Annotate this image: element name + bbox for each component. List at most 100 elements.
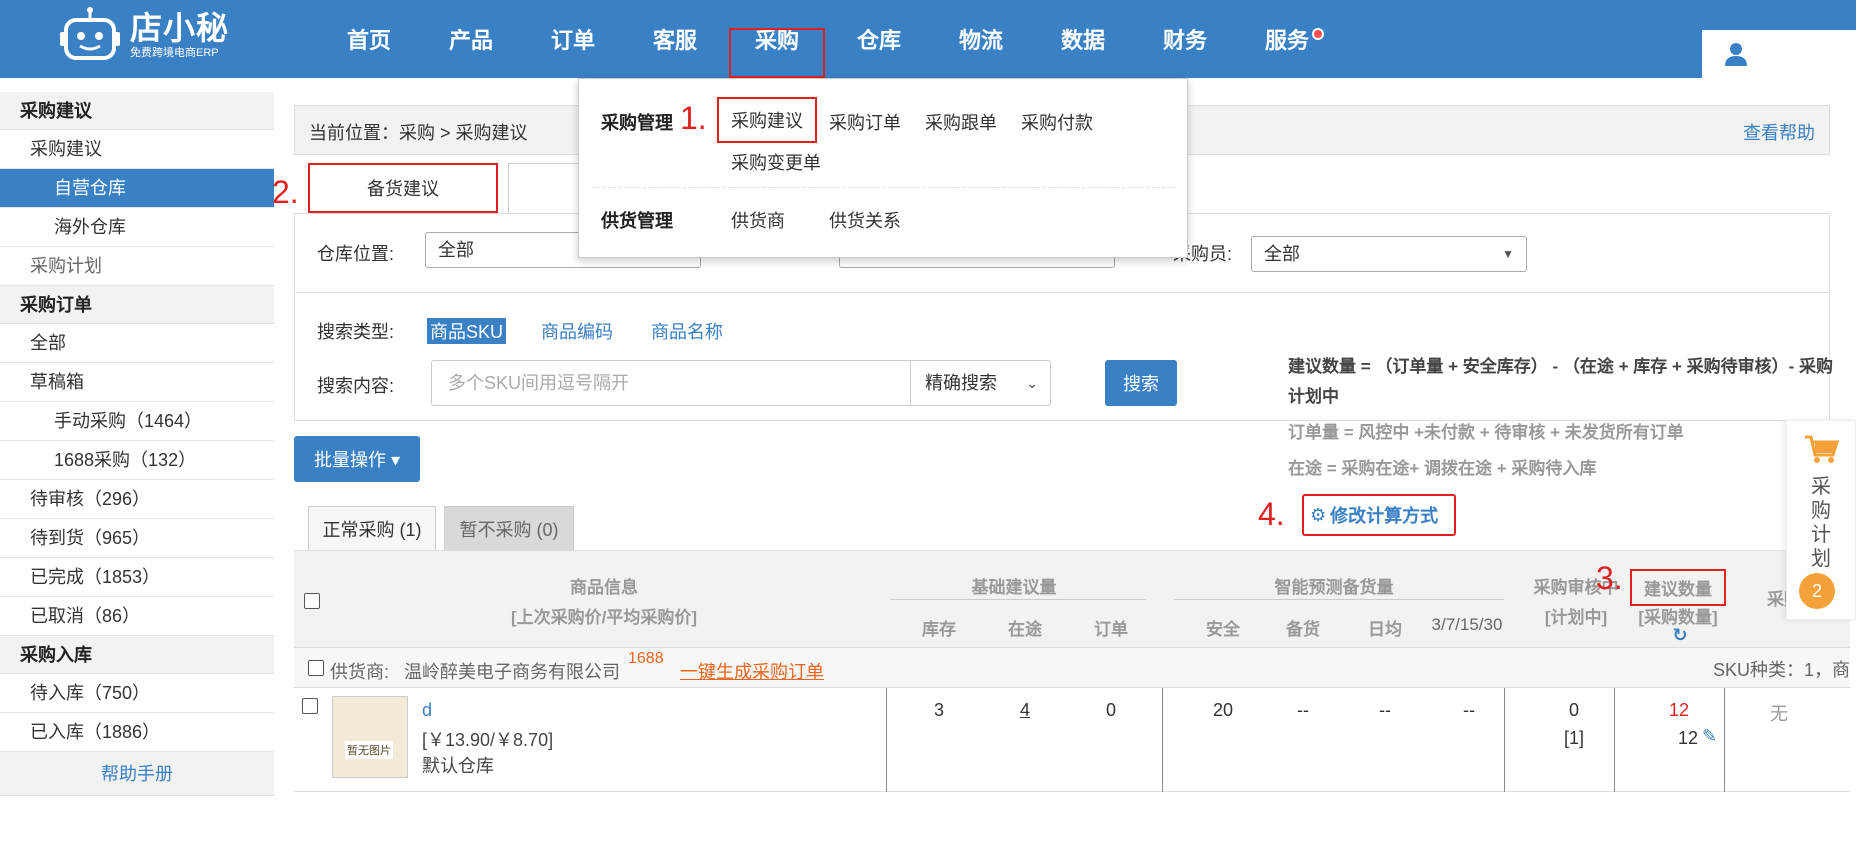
no-image-label: 暂无图片 [345, 741, 393, 759]
search-type-sku[interactable]: 商品SKU [427, 318, 507, 344]
sidebar-item-suggestion[interactable]: 采购建议 [0, 130, 274, 169]
cell-safe: 20 [1212, 700, 1234, 720]
help-link[interactable]: 查看帮助 [1743, 119, 1815, 145]
nav-home[interactable]: 首页 [318, 0, 420, 78]
caret-down-icon: ▼ [1502, 247, 1514, 261]
purchase-dropdown-menu: 采购管理 采购建议 采购订单 采购跟单 采购付款 采购变更单 供货管理 供货商 … [578, 78, 1188, 258]
th-smart-underline [1174, 599, 1504, 600]
edit-icon[interactable]: ✎ [1702, 726, 1717, 747]
menu-item-purchase-order[interactable]: 采购订单 [829, 109, 901, 135]
nav-orders[interactable]: 订单 [522, 0, 624, 78]
th-smart: 智能预测备货量 [1274, 578, 1394, 597]
formula-order-qty: 订单量 = 风控中 +未付款 + 待审核 + 未发货所有订单 [1288, 423, 1684, 442]
col-divider-1 [886, 688, 887, 792]
nav-purchase-highlight [729, 28, 825, 78]
search-type-label: 搜索类型: [317, 322, 395, 342]
nav-finance[interactable]: 财务 [1134, 0, 1236, 78]
product-image: 暂无图片 [332, 696, 408, 778]
sidebar-item-pending-review[interactable]: 待审核（296） [0, 480, 274, 519]
product-sku-link[interactable]: d [422, 700, 432, 721]
nav-purchase[interactable]: 采购 [726, 0, 828, 78]
th-stock: 库存 [922, 620, 956, 639]
col-divider-4 [1614, 688, 1615, 792]
main-nav: 首页 产品 订单 客服 采购 仓库 物流 数据 财务 服务 [318, 0, 1338, 78]
menu-item-suggestion[interactable]: 采购建议 [717, 97, 817, 143]
search-type-name[interactable]: 商品名称 [651, 318, 723, 344]
nav-warehouse[interactable]: 仓库 [828, 0, 930, 78]
buyer-select[interactable]: 全部 ▼ [1251, 236, 1527, 272]
select-all-checkbox[interactable] [304, 593, 320, 609]
sidebar-item-1688[interactable]: 1688采购（132） [0, 441, 274, 480]
th-transit: 在途 [1008, 620, 1042, 639]
th-basic-underline [890, 599, 1146, 600]
search-input[interactable]: 多个SKU间用逗号隔开 [431, 360, 911, 406]
nav-service[interactable]: 服务 [1236, 0, 1338, 78]
cell-daily: -- [1379, 700, 1391, 720]
filter-divider [295, 292, 1829, 293]
cell-review-plan: [1] [1563, 728, 1584, 748]
nav-data[interactable]: 数据 [1032, 0, 1134, 78]
search-content-label: 搜索内容: [317, 376, 395, 396]
modify-calculation-label: 修改计算方式 [1330, 506, 1439, 526]
sidebar-help-link[interactable]: 帮助手册 [0, 752, 274, 796]
nav-customer-service[interactable]: 客服 [624, 0, 726, 78]
sidebar-item-plan[interactable]: 采购计划 [0, 247, 274, 286]
supplier-checkbox[interactable] [308, 660, 324, 676]
tab-normal-purchase[interactable]: 正常采购 (1) [308, 506, 436, 550]
sidebar-item-drafts[interactable]: 草稿箱 [0, 363, 274, 402]
th-suggest: 建议数量 [1630, 569, 1726, 606]
annotation-4: 4. [1258, 496, 1285, 532]
user-menu[interactable] [1702, 30, 1856, 78]
cell-transit[interactable]: 4 [990, 700, 1060, 721]
product-warehouse: 默认仓库 [422, 756, 494, 776]
logo[interactable]: 店小秘 免费跨境电商ERP [58, 6, 229, 64]
exact-search-select[interactable]: 精确搜索 ⌄ [911, 360, 1051, 406]
search-type-code[interactable]: 商品编码 [541, 318, 613, 344]
tab-stock-suggestion[interactable]: 备货建议 [308, 163, 498, 213]
sidebar-item-own-warehouse[interactable]: 自营仓库 [0, 169, 274, 208]
user-icon [1725, 43, 1747, 66]
row-checkbox[interactable] [302, 698, 318, 714]
th-daily: 日均 [1368, 620, 1402, 639]
menu-item-supplier[interactable]: 供货商 [731, 207, 785, 233]
search-button[interactable]: 搜索 [1105, 360, 1177, 406]
sidebar-item-completed[interactable]: 已完成（1853） [0, 558, 274, 597]
nav-logistics[interactable]: 物流 [930, 0, 1032, 78]
sidebar-item-overseas-warehouse[interactable]: 海外仓库 [0, 208, 274, 247]
gear-icon: ⚙ [1310, 504, 1327, 525]
th-product: 商品信息 [570, 578, 638, 597]
sidebar-group-suggestion: 采购建议 [0, 92, 274, 130]
formula-panel: 建议数量 = （订单量 + 安全库存） - （在途 + 库存 + 采购待审核）-… [1288, 352, 1836, 484]
th-basic: 基础建议量 [971, 578, 1057, 597]
floating-purchase-plan[interactable]: 采购计划 2 [1786, 420, 1856, 620]
batch-operation-button[interactable]: 批量操作 ▾ [294, 436, 420, 482]
cart-icon [1805, 435, 1839, 463]
menu-item-supply-relation[interactable]: 供货关系 [829, 207, 901, 233]
sidebar-item-all[interactable]: 全部 [0, 324, 274, 363]
nav-products[interactable]: 产品 [420, 0, 522, 78]
tab-no-purchase[interactable]: 暂不采购 (0) [444, 506, 574, 550]
modify-calculation-button[interactable]: ⚙ 修改计算方式 [1302, 494, 1456, 536]
supplier-row: 供货商: 温岭醉美电子商务有限公司 1688 一键生成采购订单 SKU种类：1，… [294, 648, 1850, 688]
sidebar-item-manual[interactable]: 手动采购（1464） [0, 402, 274, 441]
dropdown-group-purchase: 采购管理 [601, 113, 673, 133]
sku-count: SKU种类：1，商 [1712, 660, 1850, 680]
refresh-icon[interactable]: ↻ [1670, 625, 1690, 646]
sidebar-item-pending-inbound[interactable]: 待入库（750） [0, 674, 274, 713]
th-review-sub: [计划中] [1544, 608, 1608, 627]
sidebar-item-inbound[interactable]: 已入库（1886） [0, 713, 274, 752]
robot-logo-icon [60, 7, 120, 60]
one-click-generate-link[interactable]: 一键生成采购订单 [680, 658, 824, 684]
th-stockup: 备货 [1286, 620, 1320, 639]
sidebar: 采购建议 采购建议 自营仓库 海外仓库 采购计划 采购订单 全部 草稿箱 手动采… [0, 92, 274, 796]
sidebar-item-cancelled[interactable]: 已取消（86） [0, 597, 274, 636]
cell-order: 0 [1105, 700, 1116, 720]
menu-item-payment[interactable]: 采购付款 [1021, 109, 1093, 135]
col-divider-5 [1724, 688, 1725, 792]
chevron-down-icon: ⌄ [1026, 375, 1038, 391]
notification-dot [1312, 28, 1324, 40]
menu-item-tracking[interactable]: 采购跟单 [925, 109, 997, 135]
logo-subtitle: 免费跨境电商ERP [130, 47, 219, 59]
menu-item-change-order[interactable]: 采购变更单 [731, 149, 821, 175]
sidebar-item-pending-arrival[interactable]: 待到货（965） [0, 519, 274, 558]
